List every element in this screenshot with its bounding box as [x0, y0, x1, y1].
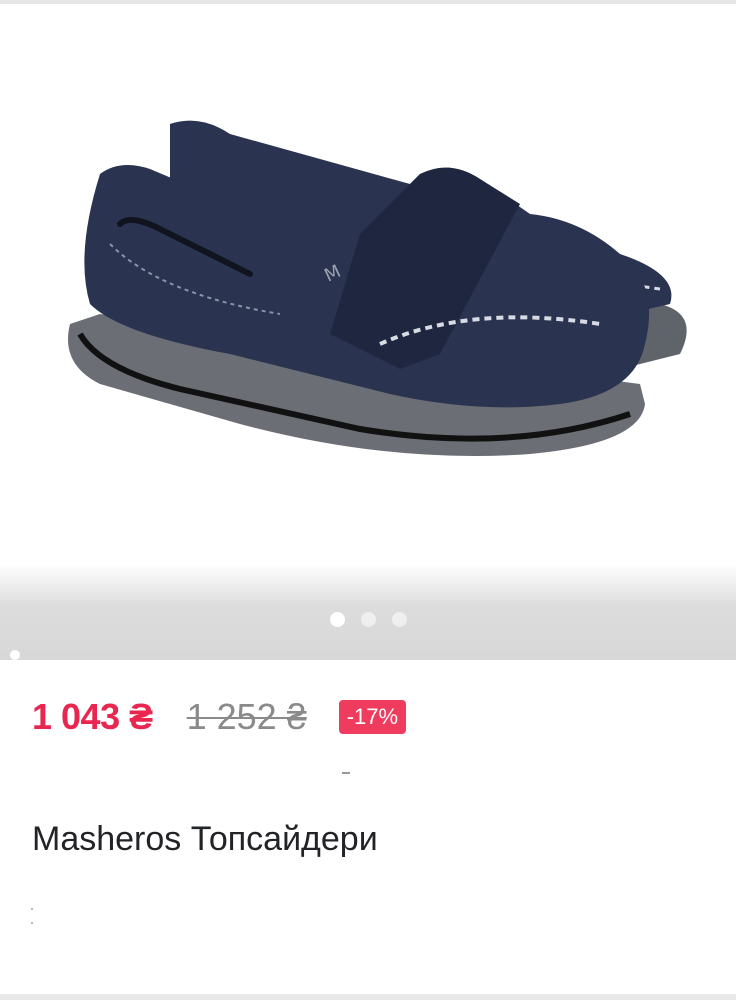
- price-row: 1 043 ₴ 1 252 ₴ -17%: [32, 692, 407, 742]
- product-title: Masheros Топсайдери: [32, 820, 378, 858]
- slide-dot-1[interactable]: [329, 612, 345, 627]
- product-info: 1 043 ₴ 1 252 ₴ -17% Masheros Топсайдери: [0, 660, 736, 1000]
- side-marks: [31, 908, 33, 936]
- product-gallery[interactable]: M: [0, 4, 736, 660]
- corner-dot: [10, 650, 20, 660]
- slide-dot-2[interactable]: [360, 612, 376, 627]
- bottom-divider: [0, 994, 736, 1000]
- discount-badge: -17%: [338, 700, 407, 734]
- slide-dot-3[interactable]: [391, 612, 407, 627]
- price-current: 1 043 ₴: [32, 696, 153, 737]
- price-old: 1 252 ₴: [186, 696, 307, 737]
- shoe-image: M: [68, 120, 687, 456]
- separator-mark: [342, 772, 350, 774]
- slide-indicator: [0, 612, 736, 628]
